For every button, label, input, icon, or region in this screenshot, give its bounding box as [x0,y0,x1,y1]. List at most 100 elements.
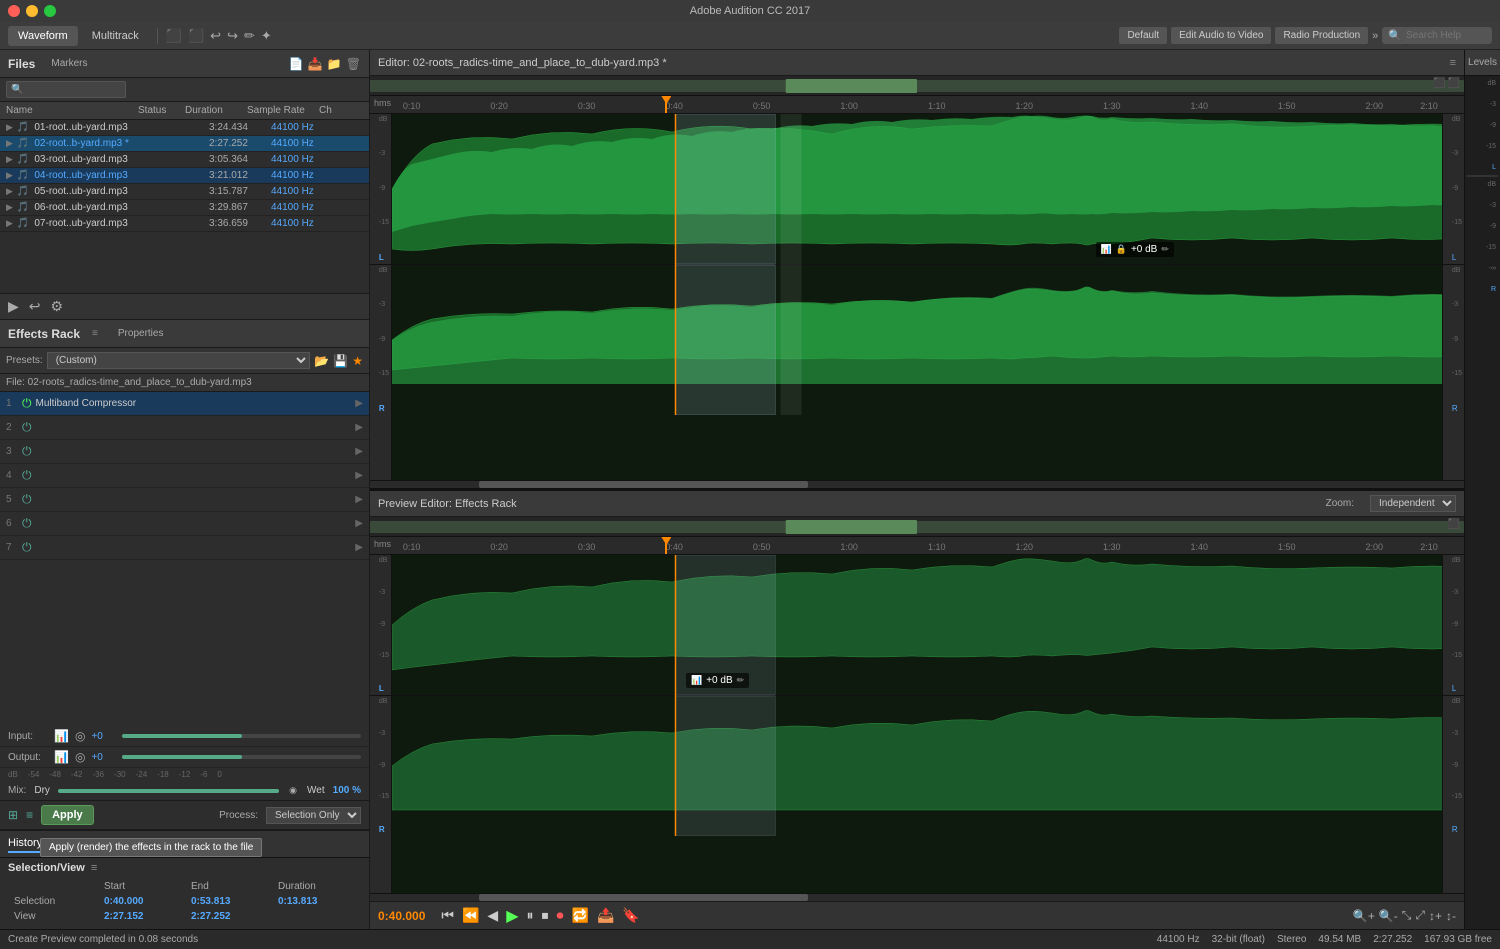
input-slider[interactable] [122,734,361,738]
effect-row[interactable]: 6 ⏻ ▶ [0,512,369,536]
toolbar-icon-4[interactable]: ↪ [227,28,238,44]
editor-scroll-thumb[interactable] [479,481,807,488]
presets-select[interactable]: (Custom) [47,352,311,369]
fit-icon[interactable]: ⬛ [1433,78,1445,89]
zoom-out-time-button[interactable]: 🔍- [1379,909,1398,923]
effect-power-button[interactable]: ⏻ [22,492,32,507]
pause-button[interactable]: ⏸ [527,907,534,924]
preview-scrollbar[interactable] [370,893,1464,901]
file-row[interactable]: ▶ 🎵 07-root..ub-yard.mp3 3:36.659 44100 … [0,216,369,232]
effect-row[interactable]: 7 ⏻ ▶ [0,536,369,560]
effect-expand-arrow[interactable]: ▶ [355,542,363,553]
rack-expand-icon[interactable]: ≡ [26,808,33,822]
markers-tab[interactable]: Markers [51,58,87,69]
effects-menu-icon[interactable]: ≡ [92,328,98,339]
folder-icon[interactable]: 📁 [327,57,342,71]
loop-button[interactable]: ↩ [29,298,41,315]
play-button[interactable]: ▶ [506,906,518,926]
input-knob[interactable]: ◎ [75,729,85,743]
toolbar-icon-1[interactable]: ⬛ [166,28,182,44]
edit-audio-video-button[interactable]: Edit Audio to Video [1171,27,1271,44]
back-button[interactable]: ◀ [487,907,498,924]
effect-expand-arrow[interactable]: ▶ [355,398,363,409]
file-row[interactable]: ▶ 🎵 06-root..ub-yard.mp3 3:29.867 44100 … [0,200,369,216]
toolbar-icon-2[interactable]: ⬛ [188,28,204,44]
files-search-input[interactable] [6,81,126,98]
zoom-full-button[interactable]: ⤡ [1402,908,1412,923]
preset-save-icon[interactable]: 💾 [333,354,348,368]
toolbar-icon-3[interactable]: ↩ [210,28,221,44]
preset-load-icon[interactable]: 📂 [314,354,329,368]
effect-row[interactable]: 1 ⏻ Multiband Compressor ▶ [0,392,369,416]
minimize-button[interactable] [26,5,38,17]
effect-expand-arrow[interactable]: ▶ [355,446,363,457]
effect-row[interactable]: 2 ⏻ ▶ [0,416,369,440]
markers-button[interactable]: 🔖 [622,907,639,924]
file-row[interactable]: ▶ 🎵 03-root..ub-yard.mp3 3:05.364 44100 … [0,152,369,168]
toolbar-icon-6[interactable]: ✦ [261,28,272,44]
stop-button[interactable]: ⏹ [542,907,549,924]
file-row[interactable]: ▶ 🎵 05-root..ub-yard.mp3 3:15.787 44100 … [0,184,369,200]
preset-star-icon[interactable]: ★ [352,354,363,368]
effect-power-button[interactable]: ⏻ [22,420,32,435]
search-input[interactable] [1406,30,1486,41]
output-knob[interactable]: ◎ [75,750,85,764]
play-preview-button[interactable]: ▶ [8,298,19,315]
effect-power-button[interactable]: ⏻ [22,540,32,555]
editor-menu-icon[interactable]: ≡ [1450,57,1456,69]
effect-row[interactable]: 3 ⏻ ▶ [0,440,369,464]
zoom-amp-out-button[interactable]: ↕- [1446,909,1456,923]
maximize-button[interactable] [44,5,56,17]
apply-button[interactable]: Apply [41,805,94,825]
effect-power-button[interactable]: ⏻ [22,468,32,483]
file-row[interactable]: ▶ 🎵 04-root..ub-yard.mp3 3:21.012 44100 … [0,168,369,184]
toolbar-icon-5[interactable]: ✏ [244,28,255,44]
new-file-icon[interactable]: 📄 [289,57,304,71]
effect-expand-arrow[interactable]: ▶ [355,494,363,505]
history-tab[interactable]: History [8,835,42,853]
effect-power-button[interactable]: ⏻ [22,396,32,411]
effect-expand-arrow[interactable]: ▶ [355,470,363,481]
selection-menu-icon[interactable]: ≡ [91,862,97,874]
preview-waveform-body: dB -3 -9 -15 L dB -3 -9 -15 R [370,555,1464,893]
zoom-in-button[interactable]: 🔍+ [1353,909,1375,923]
goto-start-button[interactable]: ⏮ [441,907,454,924]
mix-slider[interactable] [58,789,279,793]
file-samplerate: 44100 Hz [271,154,341,165]
file-row[interactable]: ▶ 🎵 01-root..ub-yard.mp3 3:24.434 44100 … [0,120,369,136]
preview-waveform-main[interactable]: 📊 +0 dB ✏ [392,555,1442,893]
zoom-selection-button[interactable]: ⤢ [1415,908,1425,923]
effect-row[interactable]: 4 ⏻ ▶ [0,464,369,488]
zoom-select[interactable]: Independent [1370,495,1456,512]
file-row[interactable]: ▶ 🎵 02-root..b-yard.mp3 * 2:27.252 44100… [0,136,369,152]
close-button[interactable] [8,5,20,17]
zoom-amp-in-button[interactable]: ↕+ [1429,909,1442,923]
effect-row[interactable]: 5 ⏻ ▶ [0,488,369,512]
editor-scrollbar[interactable] [370,480,1464,488]
editor-waveform-main[interactable]: 📊 🔒 +0 dB ✏ [392,114,1442,480]
preview-scroll-thumb[interactable] [479,894,807,901]
loop-toggle[interactable]: 🔁 [572,907,589,924]
properties-tab[interactable]: Properties [118,328,164,339]
effect-power-button[interactable]: ⏻ [22,444,32,459]
auto-play-button[interactable]: ⚙ [51,298,64,315]
effect-expand-arrow[interactable]: ▶ [355,422,363,433]
delete-icon[interactable]: 🗑 [346,57,361,71]
record-button[interactable]: ⏺ [557,907,564,924]
preview-clip-edit-icon[interactable]: ✏ [737,675,745,686]
workspace-button[interactable]: Default [1119,27,1167,44]
rewind-button[interactable]: ⏪ [462,907,479,924]
radio-production-button[interactable]: Radio Production [1275,27,1368,44]
effect-power-button[interactable]: ⏻ [22,516,32,531]
export-button[interactable]: 📤 [597,907,614,924]
zoom-out-icon[interactable]: ⬛ [1448,78,1460,89]
tab-waveform[interactable]: Waveform [8,26,78,46]
output-slider[interactable] [122,755,361,759]
process-select[interactable]: Selection Only [266,807,361,824]
clip-edit-icon[interactable]: ✏ [1161,244,1169,255]
tab-multitrack[interactable]: Multitrack [82,26,149,46]
effect-expand-arrow[interactable]: ▶ [355,518,363,529]
more-workspaces-icon[interactable]: » [1372,30,1378,42]
import-icon[interactable]: 📥 [308,57,323,71]
preview-fit-icon[interactable]: ⬛ [1448,519,1460,530]
